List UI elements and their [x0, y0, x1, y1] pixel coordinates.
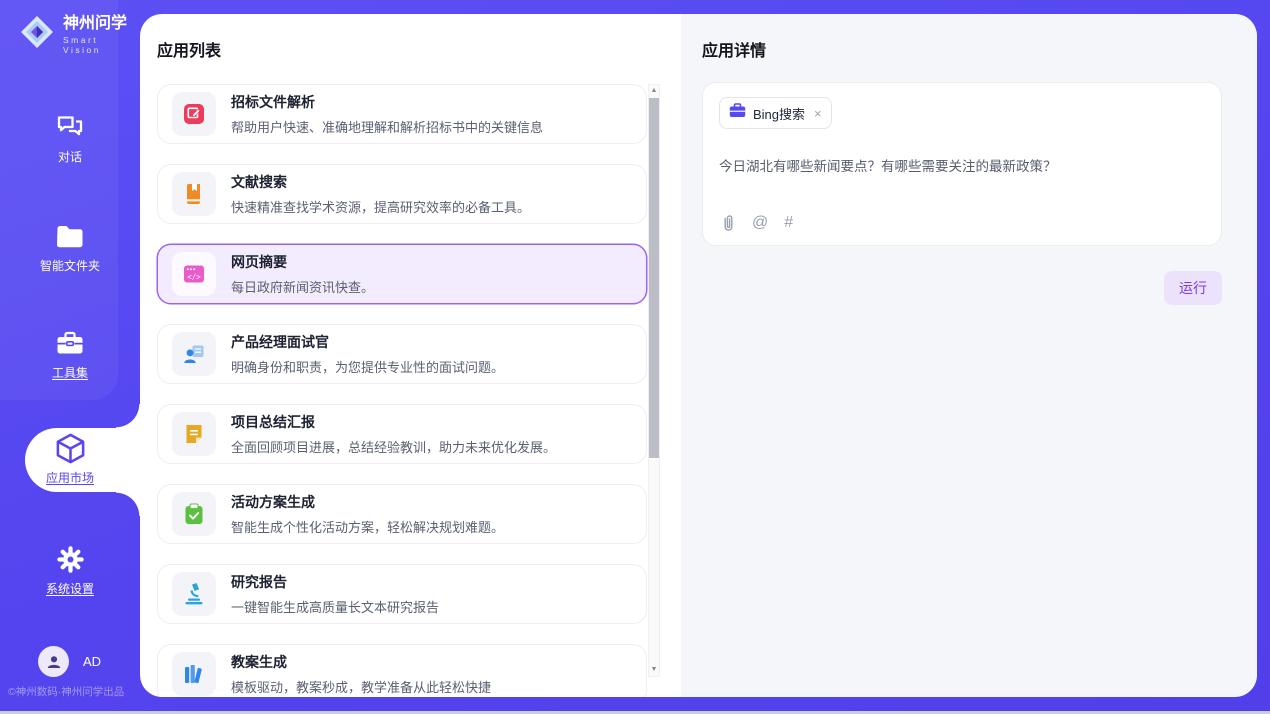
- tool-chip-bing-search: Bing搜索 ×: [719, 97, 832, 129]
- sidebar-item-system-settings[interactable]: 系统设置: [0, 544, 140, 598]
- app-card-desc: 快速精准查找学术资源，提高研究效率的必备工具。: [231, 197, 530, 216]
- microscope-icon: [172, 572, 216, 616]
- app-card-text: 活动方案生成 智能生成个性化活动方案，轻松解决规划难题。: [231, 492, 504, 536]
- presenter-icon: [172, 332, 216, 376]
- tool-chip-label: Bing搜索: [753, 104, 805, 123]
- user-avatar[interactable]: [38, 646, 69, 677]
- app-card-title: 项目总结汇报: [231, 412, 556, 432]
- briefcase-icon: [729, 103, 746, 123]
- app-card-title: 产品经理面试官: [231, 332, 504, 352]
- brand-name: 神州问学: [63, 15, 140, 33]
- pen-square-icon: [172, 92, 216, 136]
- sidebar-item-label: 系统设置: [46, 580, 94, 597]
- sidebar-item-chat[interactable]: 对话: [0, 112, 140, 166]
- close-icon[interactable]: ×: [814, 106, 822, 121]
- app-window: { "brand": { "name": "神州问学", "subtitle":…: [0, 0, 1270, 714]
- hash-icon[interactable]: #: [784, 214, 793, 232]
- active-tab-curve-top: [116, 404, 140, 428]
- app-card-title: 研究报告: [231, 572, 439, 592]
- book-icon: [172, 172, 216, 216]
- app-card-desc: 智能生成个性化活动方案，轻松解决规划难题。: [231, 517, 504, 536]
- sidebar-item-label: 智能文件夹: [40, 257, 100, 274]
- app-card-title: 活动方案生成: [231, 492, 504, 512]
- app-card-activity-plan[interactable]: 活动方案生成 智能生成个性化活动方案，轻松解决规划难题。: [157, 484, 647, 544]
- app-detail-pane: 应用详情 Bing搜索 × 今日湖北有哪些新闻要点？有哪些需要关注的最新政策？ …: [681, 14, 1257, 697]
- sidebar-item-label: 工具集: [52, 364, 88, 381]
- compose-card: Bing搜索 × 今日湖北有哪些新闻要点？有哪些需要关注的最新政策？ @#: [702, 82, 1222, 246]
- sidebar-item-toolset[interactable]: 工具集: [0, 328, 140, 382]
- app-card-text: 研究报告 一键智能生成高质量长文本研究报告: [231, 572, 439, 616]
- app-card-bid-doc-analysis[interactable]: 招标文件解析 帮助用户快速、准确地理解和解析招标书中的关键信息: [157, 84, 647, 144]
- app-card-desc: 每日政府新闻资讯快查。: [231, 277, 374, 296]
- chat-icon: [0, 112, 140, 142]
- run-row: 运行: [702, 271, 1222, 305]
- app-detail-title: 应用详情: [702, 41, 1222, 63]
- attachment-toolbar: @#: [721, 214, 793, 232]
- app-card-desc: 明确身份和职责，为您提供专业性的面试问题。: [231, 357, 504, 376]
- note-icon: [172, 412, 216, 456]
- svg-text:</>: </>: [187, 273, 201, 282]
- app-card-list: 招标文件解析 帮助用户快速、准确地理解和解析招标书中的关键信息 文献搜索 快速精…: [157, 84, 647, 697]
- briefcase-icon: [0, 328, 140, 358]
- app-card-title: 教案生成: [231, 652, 491, 672]
- active-tab-curve-bottom: [116, 492, 140, 516]
- app-card-text: 网页摘要 每日政府新闻资讯快查。: [231, 252, 374, 296]
- sidebar-item-smart-folder[interactable]: 智能文件夹: [0, 221, 140, 275]
- app-card-project-summary[interactable]: 项目总结汇报 全面回顾项目进展，总结经验教训，助力未来优化发展。: [157, 404, 647, 464]
- brand-logo-icon: [18, 13, 56, 56]
- user-name: AD: [83, 654, 101, 669]
- app-card-text: 招标文件解析 帮助用户快速、准确地理解和解析招标书中的关键信息: [231, 92, 543, 136]
- app-card-text: 产品经理面试官 明确身份和职责，为您提供专业性的面试问题。: [231, 332, 504, 376]
- browser-code-icon: </>: [172, 252, 216, 296]
- app-card-text: 文献搜索 快速精准查找学术资源，提高研究效率的必备工具。: [231, 172, 530, 216]
- app-card-title: 网页摘要: [231, 252, 374, 272]
- sidebar-item-app-market[interactable]: 应用市场: [0, 433, 140, 487]
- brand: 神州问学 Smart Vision: [18, 13, 140, 56]
- app-card-literature-search[interactable]: 文献搜索 快速精准查找学术资源，提高研究效率的必备工具。: [157, 164, 647, 224]
- scrollbar-down-icon[interactable]: ▼: [649, 664, 659, 676]
- app-card-lesson-plan[interactable]: 教案生成 模板驱动，教案秒成，教学准备从此轻松快捷: [157, 644, 647, 697]
- app-card-desc: 全面回顾项目进展，总结经验教训，助力未来优化发展。: [231, 437, 556, 456]
- folder-icon: [0, 221, 140, 251]
- app-card-research-report[interactable]: 研究报告 一键智能生成高质量长文本研究报告: [157, 564, 647, 624]
- app-list-title: 应用列表: [157, 41, 681, 63]
- app-card-desc: 一键智能生成高质量长文本研究报告: [231, 597, 439, 616]
- app-card-text: 教案生成 模板驱动，教案秒成，教学准备从此轻松快捷: [231, 652, 491, 696]
- sidebar: 神州问学 Smart Vision 对话 智能文件夹 工具集 应用市场: [0, 0, 140, 714]
- sidebar-item-label: 应用市场: [46, 469, 94, 486]
- gear-icon: [0, 544, 140, 574]
- app-card-title: 文献搜索: [231, 172, 530, 192]
- prompt-input[interactable]: 今日湖北有哪些新闻要点？有哪些需要关注的最新政策？: [719, 155, 1205, 175]
- main-panel: 应用列表 招标文件解析 帮助用户快速、准确地理解和解析招标书中的关键信息 文献搜…: [140, 14, 1257, 697]
- clipboard-check-icon: [172, 492, 216, 536]
- books-icon: [172, 652, 216, 696]
- brand-subtitle: Smart Vision: [63, 35, 140, 55]
- paperclip-icon[interactable]: [721, 214, 736, 232]
- app-card-title: 招标文件解析: [231, 92, 543, 112]
- user-row[interactable]: AD: [38, 646, 101, 677]
- list-scrollbar[interactable]: ▲ ▼: [648, 84, 660, 677]
- app-card-text: 项目总结汇报 全面回顾项目进展，总结经验教训，助力未来优化发展。: [231, 412, 556, 456]
- run-button[interactable]: 运行: [1164, 271, 1222, 305]
- sidebar-item-label: 对话: [58, 148, 82, 165]
- scrollbar-up-icon[interactable]: ▲: [649, 85, 659, 97]
- app-card-pm-interviewer[interactable]: 产品经理面试官 明确身份和职责，为您提供专业性的面试问题。: [157, 324, 647, 384]
- copyright-footer: ©神州数码·神州问学出品: [8, 684, 148, 699]
- at-icon[interactable]: @: [752, 214, 768, 232]
- scrollbar-thumb[interactable]: [649, 98, 659, 458]
- app-card-web-summary[interactable]: </> 网页摘要 每日政府新闻资讯快查。: [157, 244, 647, 304]
- app-list-pane: 应用列表 招标文件解析 帮助用户快速、准确地理解和解析招标书中的关键信息 文献搜…: [140, 14, 681, 697]
- cube-icon: [0, 433, 140, 463]
- app-card-desc: 模板驱动，教案秒成，教学准备从此轻松快捷: [231, 677, 491, 696]
- app-card-desc: 帮助用户快速、准确地理解和解析招标书中的关键信息: [231, 117, 543, 136]
